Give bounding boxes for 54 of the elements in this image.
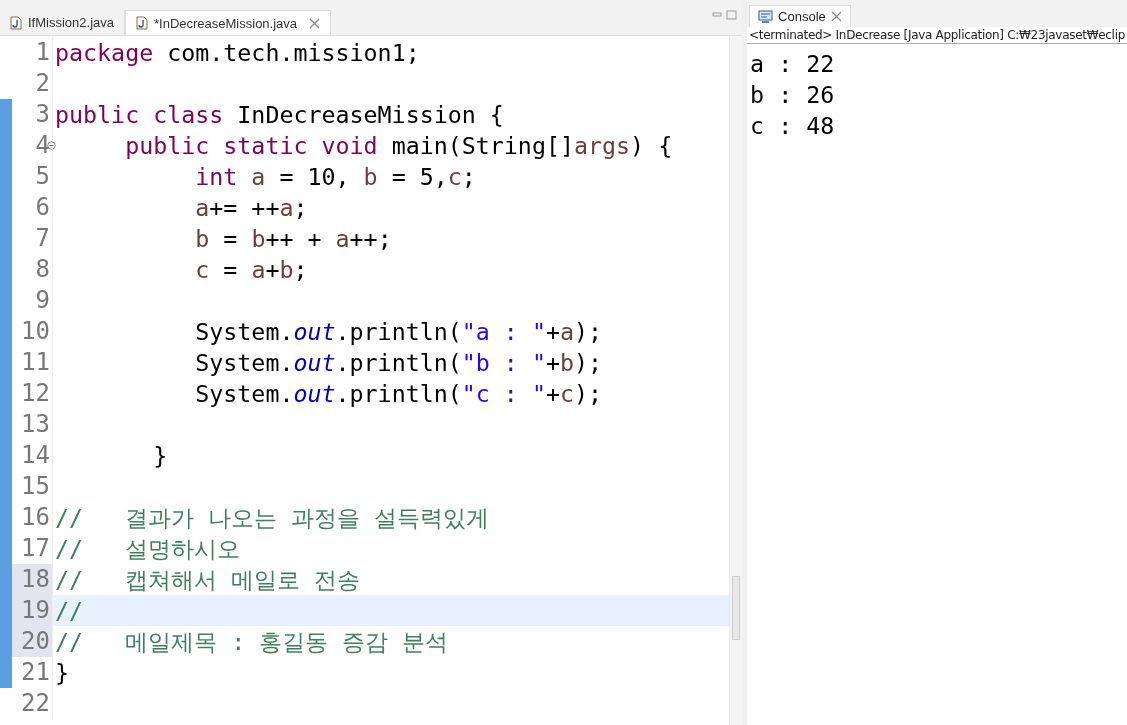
code-line: int a = 10, b = 5,c; <box>194 163 476 190</box>
console-header: <terminated> InDecrease [Java Application] C:₩23javaset₩eclip <box>747 27 1127 44</box>
line-number: 12 <box>21 379 50 407</box>
line-number: 19 <box>21 596 50 624</box>
line-number: 17 <box>21 534 50 562</box>
line-number: 18 <box>21 565 50 593</box>
code-line: // <box>55 597 84 624</box>
code-line: } <box>152 442 168 469</box>
java-file-icon <box>10 15 22 30</box>
close-icon[interactable] <box>830 11 842 22</box>
fold-icon[interactable] <box>47 141 56 150</box>
console-output-line: b : 26 <box>750 80 836 110</box>
code-line: // 설명하시오 <box>55 535 241 562</box>
line-number: 9 <box>35 286 50 314</box>
line-number: 4 <box>35 131 50 159</box>
line-number: 14 <box>21 441 50 469</box>
line-number: 5 <box>35 162 50 190</box>
line-number: 11 <box>21 348 50 376</box>
code-line: } <box>55 659 70 686</box>
line-number: 1 <box>35 38 50 66</box>
code-line: System.out.println("b : "+b); <box>194 349 603 376</box>
console-output-line: c : 48 <box>750 111 836 141</box>
code-line: System.out.println("c : "+c); <box>194 380 603 407</box>
editor-tab[interactable]: IfMission2.java <box>0 10 125 35</box>
line-number: 2 <box>35 69 50 97</box>
java-file-icon <box>136 16 148 30</box>
code-line: System.out.println("a : "+a); <box>194 318 603 345</box>
code-line: public static void main(String[]args) { <box>124 132 673 159</box>
editor-tab[interactable]: *InDecreaseMission.java <box>125 10 332 35</box>
monitor-icon <box>758 9 774 24</box>
line-number: 22 <box>21 689 50 717</box>
line-number: 3 <box>35 100 50 128</box>
close-icon[interactable] <box>309 17 321 29</box>
code-line: // 결과가 나오는 과정을 설득력있게 <box>55 504 490 531</box>
console-output-line: a : 22 <box>750 49 836 79</box>
scrollbar[interactable] <box>729 36 743 725</box>
code-line: // 메일제목 : 홍길동 증감 분석 <box>55 628 449 655</box>
line-number: 6 <box>35 193 50 221</box>
line-number: 7 <box>35 224 50 252</box>
code-line: public class InDecreaseMission { <box>55 101 504 128</box>
code-line: b = b++ + a++; <box>194 225 392 252</box>
line-number: 13 <box>21 410 50 438</box>
minimize-maximize-icon[interactable] <box>712 10 739 20</box>
line-number: 20 <box>21 627 50 655</box>
code-line: c = a+b; <box>194 256 308 283</box>
line-number: 10 <box>21 317 50 345</box>
line-number: 15 <box>21 472 50 500</box>
code-line: package com.tech.mission1; <box>55 39 420 66</box>
line-number: 8 <box>35 255 50 283</box>
console-tab[interactable]: Console <box>749 5 851 27</box>
line-number: 21 <box>21 658 50 686</box>
line-number: 16 <box>21 503 50 531</box>
code-line: a+= ++a; <box>194 194 308 221</box>
code-line: // 캡쳐해서 메일로 전송 <box>55 566 361 593</box>
